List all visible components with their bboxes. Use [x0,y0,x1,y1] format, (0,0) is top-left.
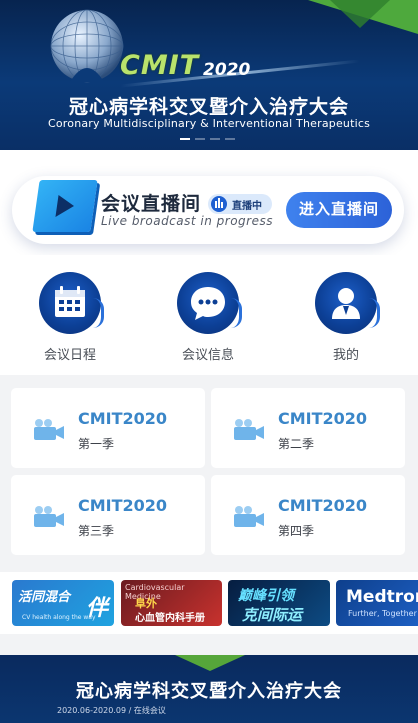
banner-green-triangle-dark [330,0,390,28]
sponsor-text: 心血管内科手册 [135,613,205,624]
banner-title-cn: 冠心病学科交叉暨介入治疗大会 [68,96,349,118]
banner-brand: CMIT [120,50,200,81]
season-title: CMIT2020 [278,409,368,428]
carousel-dot[interactable] [210,138,220,140]
carousel-dot[interactable] [195,138,205,140]
season-title: CMIT2020 [278,496,368,515]
top-banner[interactable]: CMIT 2020 冠心病学科交叉暨介入治疗大会 Coronary Multid… [0,0,418,150]
carousel-dot-active[interactable] [180,138,190,140]
sponsor-text: 活同混合 [18,590,71,605]
video-camera-icon [234,506,264,527]
chat-bubble-icon[interactable] [177,272,242,334]
menu-label-mine: 我的 [332,348,359,363]
season-title: CMIT2020 [78,409,168,428]
season-title: CMIT2020 [78,496,168,515]
menu-label-schedule: 会议日程 [43,348,96,363]
live-subtitle: Live broadcast in progress [101,214,273,228]
menu-item-schedule[interactable]: 会议日程 [20,272,120,363]
banner-brand-year: 2020 [203,60,251,80]
season-label: 第三季 [78,524,115,538]
season-label: 第一季 [78,437,115,451]
video-camera-icon [34,506,64,527]
live-status-badge: 直播中 [208,194,272,214]
sponsor-banner-4[interactable]: Medtron Further, Together [336,580,418,626]
footer-green-triangle [175,655,245,671]
sponsor-text: Medtron [346,587,418,607]
sponsor-banner-2[interactable]: Cardiovascular Medicine 阜外 心血管内科手册 [121,580,222,626]
menu-item-mine[interactable]: 我的 [296,272,396,363]
sponsor-banner-1[interactable]: 活同混合 伴 CV health along the way [12,580,114,626]
calendar-icon[interactable] [39,272,104,334]
season-card-2[interactable]: CMIT2020 第二季 [211,388,405,468]
season-card-4[interactable]: CMIT2020 第四季 [211,475,405,555]
carousel-dot[interactable] [225,138,235,140]
banner-title-en: Coronary Multidisciplinary & Interventio… [47,117,371,130]
footer-meta: 2020.06-2020.09 / 在线会议 [57,706,166,715]
carousel-indicator[interactable] [180,138,235,140]
live-badge-label: 直播中 [232,201,262,212]
video-camera-icon [34,419,64,440]
live-bars-icon [211,196,227,212]
season-label: 第二季 [278,437,315,451]
sponsor-text: 克间际运 [242,606,303,624]
season-card-1[interactable]: CMIT2020 第一季 [11,388,205,468]
menu-item-info[interactable]: 会议信息 [158,272,258,363]
season-card-3[interactable]: CMIT2020 第三季 [11,475,205,555]
sponsor-banner-3[interactable]: 巅峰引领 克间际运 [228,580,330,626]
user-icon[interactable] [315,272,380,334]
sponsor-text: Further, Together [348,609,417,618]
sponsor-text: CV health along the way [22,614,96,621]
menu-label-info: 会议信息 [181,348,234,363]
video-camera-icon [234,419,264,440]
footer-title: 冠心病学科交叉暨介入治疗大会 [76,681,342,702]
footer-banner[interactable]: 冠心病学科交叉暨介入治疗大会 2020.06-2020.09 / 在线会议 [0,655,418,723]
live-title: 会议直播间 [101,193,202,215]
sponsor-text: 巅峰引领 [238,588,294,604]
enter-live-button[interactable]: 进入直播间 [286,192,392,228]
play-icon[interactable] [32,180,98,232]
season-label: 第四季 [278,524,315,538]
